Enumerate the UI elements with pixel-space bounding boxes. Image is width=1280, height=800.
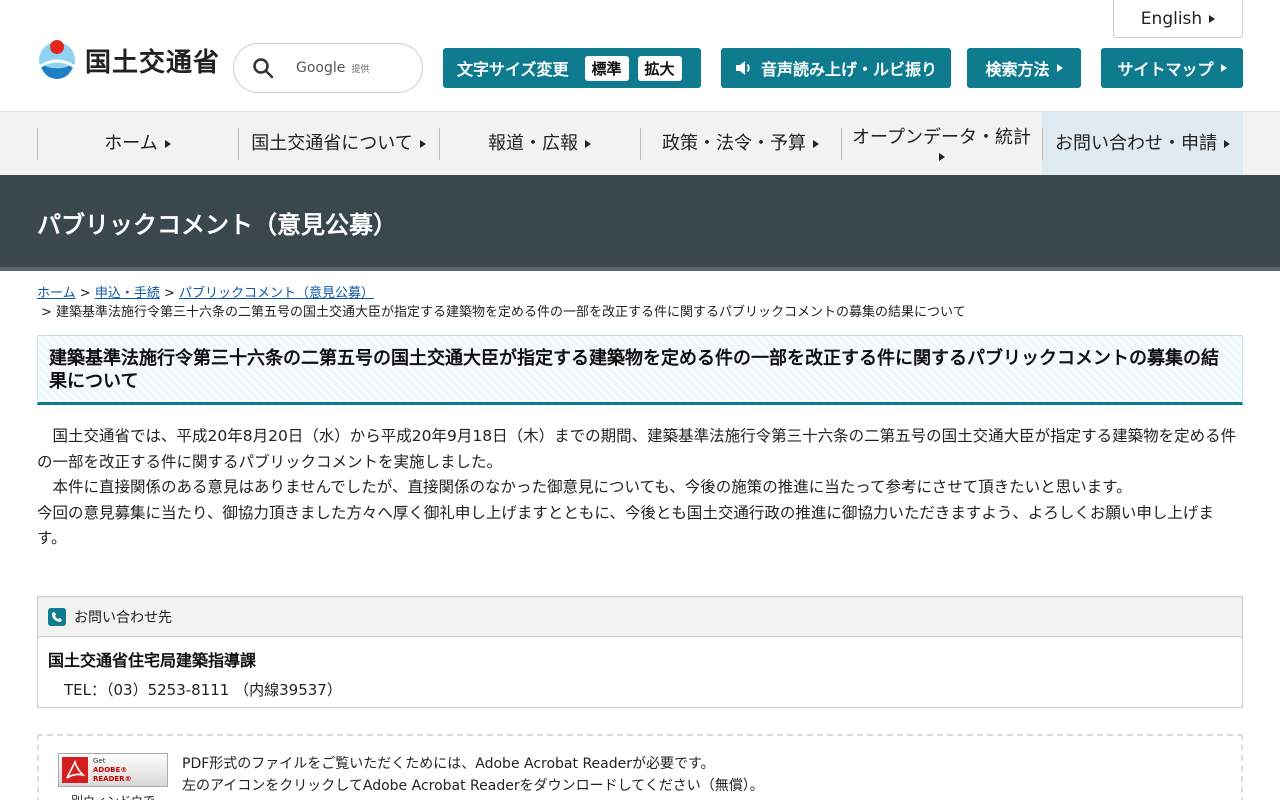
arrow-right-icon bbox=[1209, 14, 1216, 23]
phone-icon bbox=[48, 607, 66, 626]
breadcrumb: ホーム > 申込・手続 > パブリックコメント（意見公募） > 建築基準法施行令… bbox=[37, 284, 1243, 322]
adobe-reader-icon bbox=[62, 757, 88, 783]
pdf-reader-notice: Get ADOBE® READER® 別ウィンドウで PDF形式のファイルをご覧… bbox=[37, 734, 1243, 800]
adobe-reader-label: ADOBE® READER® bbox=[93, 765, 132, 783]
arrow-right-icon bbox=[1220, 64, 1227, 72]
contact-header: お問い合わせ先 bbox=[38, 597, 1242, 637]
search-method-label: 検索方法 bbox=[985, 60, 1050, 79]
nav-item-about[interactable]: 国土交通省について bbox=[238, 112, 439, 175]
get-label: Get bbox=[93, 756, 106, 765]
arrow-right-icon bbox=[585, 139, 591, 148]
arrow-right-icon bbox=[813, 139, 819, 148]
breadcrumb-link-public-comment[interactable]: パブリックコメント（意見公募） bbox=[179, 286, 374, 301]
page-title: 建築基準法施行令第三十六条の二第五号の国土交通大臣が指定する建築物を定める件の一… bbox=[49, 348, 1219, 392]
nav-item-home[interactable]: ホーム bbox=[37, 112, 238, 175]
logo-emblem-icon bbox=[37, 37, 77, 83]
google-suffix: 提供 bbox=[351, 65, 370, 75]
text-size-label: 文字サイズ変更 bbox=[457, 60, 569, 79]
contact-tel: TEL：（03）5253-8111 （内線39537） bbox=[64, 681, 342, 699]
breadcrumb-separator: > bbox=[163, 286, 175, 301]
page-title-box: 建築基準法施行令第三十六条の二第五号の国土交通大臣が指定する建築物を定める件の一… bbox=[37, 335, 1243, 405]
nav-divider bbox=[37, 128, 38, 160]
nav-divider bbox=[238, 128, 239, 160]
nav-item-opendata[interactable]: オープンデータ・統計 bbox=[841, 112, 1042, 175]
nav-divider bbox=[841, 128, 842, 160]
search-method-button[interactable]: 検索方法 bbox=[967, 48, 1081, 88]
audio-ruby-button[interactable]: 音声読み上げ・ルビ振り bbox=[721, 48, 951, 88]
arrow-right-icon bbox=[1224, 139, 1230, 148]
get-adobe-reader-button[interactable]: Get ADOBE® READER® bbox=[58, 753, 168, 787]
english-label: English bbox=[1140, 8, 1203, 29]
main-content: 国土交通省では、平成20年8月20日（水）から平成20年9月18日（木）までの期… bbox=[37, 424, 1243, 552]
google-label: Google bbox=[296, 60, 346, 76]
arrow-right-icon bbox=[938, 153, 945, 162]
mlit-logo[interactable]: 国土交通省 bbox=[37, 37, 220, 83]
breadcrumb-separator: > bbox=[79, 286, 91, 301]
arrow-right-icon bbox=[419, 139, 426, 148]
global-nav: ホーム 国土交通省について 報道・広報 政策・法令・予算 オープンデータ・統計 … bbox=[0, 111, 1280, 175]
category-banner: パブリックコメント（意見公募） bbox=[0, 175, 1280, 271]
nav-item-label: ホーム bbox=[104, 132, 158, 154]
body-paragraph: 本件に直接関係のある意見はありませんでしたが、直接関係のなかった御意見についても… bbox=[52, 478, 1132, 496]
arrow-right-icon bbox=[1056, 64, 1063, 72]
text-size-control: 文字サイズ変更 標準 拡大 bbox=[443, 48, 701, 88]
breadcrumb-link-home[interactable]: ホーム bbox=[37, 286, 76, 301]
contact-box: お問い合わせ先 国土交通省住宅局建築指導課 TEL：（03）5253-8111 … bbox=[37, 596, 1243, 708]
nav-divider bbox=[439, 128, 440, 160]
breadcrumb-separator: > bbox=[41, 305, 52, 320]
nav-divider bbox=[640, 128, 641, 160]
category-title: パブリックコメント（意見公募） bbox=[37, 211, 397, 239]
breadcrumb-link-procedures[interactable]: 申込・手続 bbox=[95, 286, 160, 301]
nav-item-policy[interactable]: 政策・法令・予算 bbox=[640, 112, 841, 175]
body-paragraph: 今回の意見募集に当たり、御協力頂きました方々へ厚く御礼申し上げますとともに、今後… bbox=[37, 503, 1214, 548]
text-size-large-button[interactable]: 拡大 bbox=[637, 55, 682, 81]
sitemap-label: サイトマップ bbox=[1117, 60, 1214, 79]
nav-item-press[interactable]: 報道・広報 bbox=[439, 112, 640, 175]
text-size-standard-button[interactable]: 標準 bbox=[584, 55, 629, 81]
pdf-notice-text: PDF形式のファイルをご覧いただくためには、Adobe Acrobat Read… bbox=[182, 753, 764, 797]
nav-item-label: 報道・広報 bbox=[488, 132, 578, 154]
nav-item-contact[interactable]: お問い合わせ・申請 bbox=[1042, 112, 1243, 175]
new-window-note: 別ウィンドウで bbox=[71, 792, 155, 800]
nav-item-label: オープンデータ・統計 bbox=[852, 126, 1031, 148]
google-brand: Google 提供 bbox=[296, 60, 369, 76]
contact-heading: お問い合わせ先 bbox=[74, 609, 172, 626]
sitemap-button[interactable]: サイトマップ bbox=[1101, 48, 1243, 88]
speaker-icon bbox=[735, 60, 753, 76]
search-icon[interactable] bbox=[251, 56, 275, 80]
nav-item-label: お問い合わせ・申請 bbox=[1055, 132, 1217, 154]
nav-item-label: 政策・法令・予算 bbox=[662, 132, 806, 154]
get-adobe-reader-text: Get ADOBE® READER® bbox=[93, 757, 167, 784]
english-link[interactable]: English bbox=[1113, 0, 1243, 38]
contact-org: 国土交通省住宅局建築指導課 bbox=[48, 651, 257, 670]
contact-body: 国土交通省住宅局建築指導課 TEL：（03）5253-8111 （内線39537… bbox=[38, 637, 1242, 710]
arrow-right-icon bbox=[164, 139, 171, 148]
site-search[interactable]: Google 提供 bbox=[233, 43, 423, 93]
pdf-notice-line: 左のアイコンをクリックしてAdobe Acrobat Readerをダウンロード… bbox=[182, 778, 764, 794]
nav-item-label: 国土交通省について bbox=[251, 132, 413, 154]
nav-divider bbox=[1042, 128, 1043, 160]
pdf-notice-line: PDF形式のファイルをご覧いただくためには、Adobe Acrobat Read… bbox=[182, 756, 715, 772]
body-paragraph: 国土交通省では、平成20年8月20日（水）から平成20年9月18日（木）までの期… bbox=[37, 427, 1237, 471]
breadcrumb-current: 建築基準法施行令第三十六条の二第五号の国土交通大臣が指定する建築物を定める件の一… bbox=[56, 305, 966, 320]
logo-text: 国土交通省 bbox=[85, 47, 221, 78]
audio-ruby-label: 音声読み上げ・ルビ振り bbox=[760, 60, 937, 79]
